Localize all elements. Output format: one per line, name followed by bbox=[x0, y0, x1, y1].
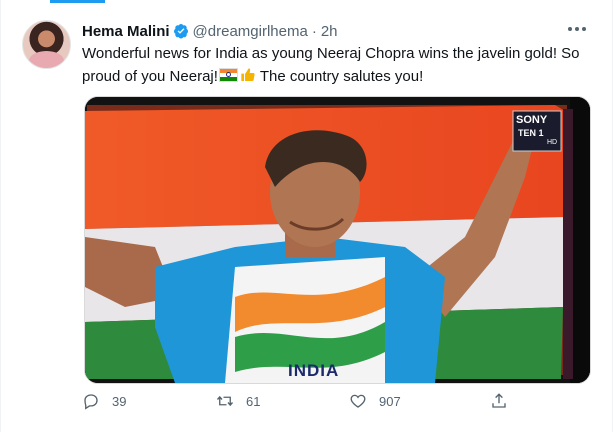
thumbs-up-icon bbox=[241, 68, 255, 81]
hd-tag: HD bbox=[547, 139, 558, 146]
like-count: 907 bbox=[379, 393, 401, 409]
athlete-photo bbox=[85, 97, 590, 383]
tweet-media-photo[interactable]: SONY TEN 1 HD INDIA bbox=[84, 96, 591, 384]
tweet-text: Wonderful news for India as young Neeraj… bbox=[82, 42, 592, 88]
share-icon bbox=[492, 393, 506, 408]
share-button[interactable] bbox=[490, 390, 520, 412]
retweet-button[interactable]: 61 bbox=[216, 390, 260, 412]
avatar-figure bbox=[29, 51, 64, 68]
retweet-count: 61 bbox=[246, 393, 261, 409]
author-handle[interactable]: @dreamgirlhema bbox=[193, 23, 308, 40]
avatar[interactable] bbox=[22, 20, 71, 69]
heart-icon bbox=[350, 394, 366, 408]
tweet-header: Hema Malini @dreamgirlhema · 2h bbox=[82, 21, 338, 41]
tab-indicator bbox=[50, 0, 105, 3]
author-name[interactable]: Hema Malini bbox=[82, 23, 170, 40]
broadcaster-logo: SONY bbox=[516, 114, 548, 126]
jersey-text: INDIA bbox=[288, 361, 340, 380]
tweet-timestamp[interactable]: 2h bbox=[321, 23, 338, 40]
like-button[interactable]: 907 bbox=[349, 390, 401, 412]
reply-count: 39 bbox=[112, 393, 127, 409]
separator-dot: · bbox=[311, 22, 317, 40]
more-options-icon[interactable] bbox=[568, 22, 586, 36]
verified-badge-icon bbox=[173, 24, 188, 39]
reply-icon bbox=[84, 394, 98, 410]
retweet-icon bbox=[216, 395, 234, 407]
left-border bbox=[0, 0, 1, 432]
reply-button[interactable]: 39 bbox=[82, 390, 126, 412]
tweet-actions: 39 61 907 bbox=[82, 390, 592, 412]
top-bar bbox=[0, 0, 613, 12]
tweet-text-part2: The country salutes you! bbox=[255, 68, 424, 85]
india-flag-icon bbox=[218, 68, 238, 82]
channel-name: TEN 1 bbox=[518, 128, 544, 138]
